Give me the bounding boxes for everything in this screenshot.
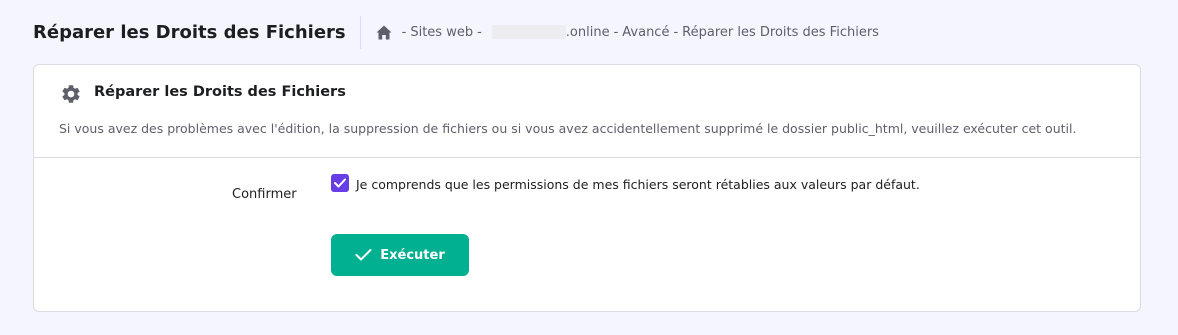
breadcrumb-sites-web[interactable]: Sites web xyxy=(410,25,473,40)
card-title: Réparer les Droits des Fichiers xyxy=(94,84,346,100)
checkbox-label[interactable]: Je comprends que les permissions de mes … xyxy=(356,177,920,192)
home-icon[interactable] xyxy=(376,25,392,40)
execute-button[interactable]: Exécuter xyxy=(331,234,469,276)
card-description: Si vous avez des problèmes avec l'éditio… xyxy=(59,121,1077,136)
fix-permissions-card: Réparer les Droits des Fichiers Si vous … xyxy=(33,64,1141,312)
page-header: Réparer les Droits des Fichiers - Sites … xyxy=(33,14,879,50)
check-icon xyxy=(355,249,372,261)
page-title: Réparer les Droits des Fichiers xyxy=(33,21,346,43)
gear-icon xyxy=(60,83,82,105)
breadcrumb-domain[interactable]: .online xyxy=(566,25,610,40)
header-divider xyxy=(359,15,361,49)
breadcrumb-separator: - xyxy=(613,24,619,40)
execute-button-label: Exécuter xyxy=(380,247,445,263)
breadcrumb-current: Réparer les Droits des Fichiers xyxy=(682,24,879,40)
confirm-label: Confirmer xyxy=(232,187,297,202)
breadcrumb-separator: - xyxy=(477,24,482,40)
breadcrumb-separator: - xyxy=(673,24,679,40)
breadcrumb: - Sites web - .online - Avancé - Réparer… xyxy=(376,25,879,40)
breadcrumb-advanced[interactable]: Avancé xyxy=(622,25,669,40)
breadcrumb-separator: - xyxy=(401,24,407,40)
redacted-domain xyxy=(491,25,566,39)
confirm-checkbox[interactable] xyxy=(331,174,349,192)
checkbox-check-icon xyxy=(334,178,346,188)
card-header: Réparer les Droits des Fichiers Si vous … xyxy=(34,65,1140,158)
